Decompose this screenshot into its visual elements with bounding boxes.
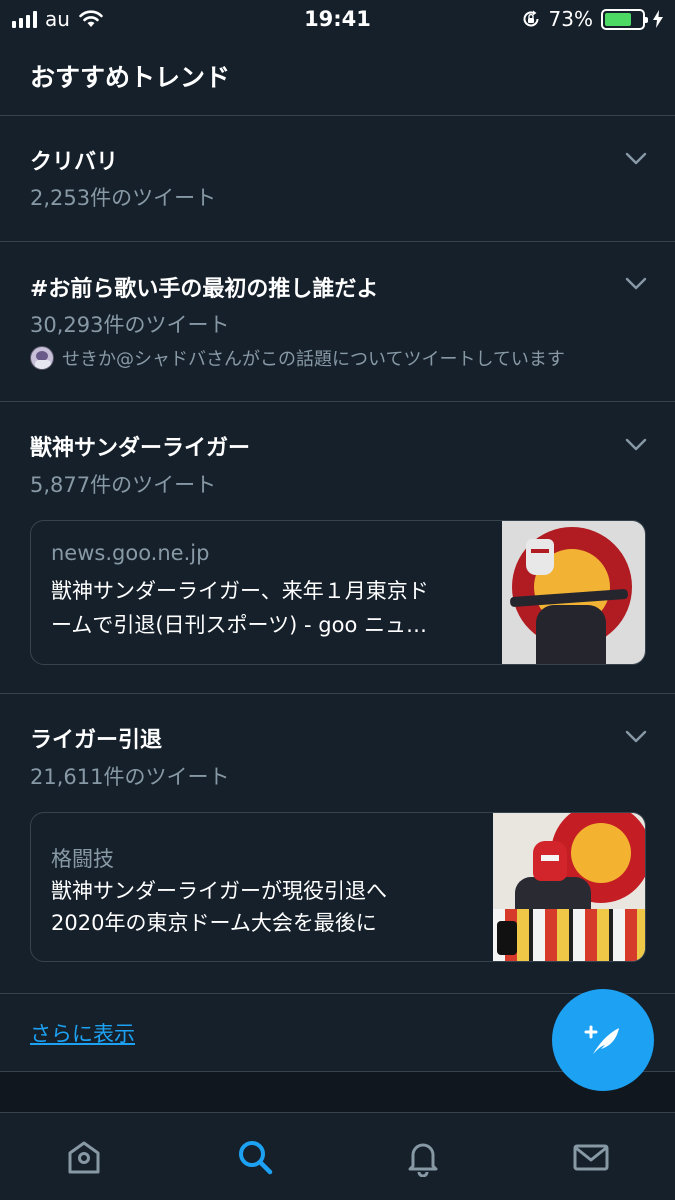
compose-feather-icon [584,1025,619,1054]
page-header: おすすめトレンド [0,38,675,116]
tab-search[interactable] [231,1133,279,1181]
trend-name: ライガー引退 [30,728,163,753]
news-card[interactable]: 格闘技 獣神サンダーライガーが現役引退へ 2020年の東京ドーム大会を最後に [30,812,646,962]
trend-context: せきか@シャドバさんがこの話題についてツイートしています [30,345,565,371]
tab-bar [0,1112,675,1200]
trend-item[interactable]: #お前ら歌い手の最初の推し誰だよ 30,293件のツイート せきか@シャドバさん… [0,242,675,402]
card-thumbnail-image [502,521,645,664]
battery-icon [601,8,648,30]
trend-context-text: せきか@シャドバさんがこの話題についてツイートしています [62,349,565,370]
card-headline-line1: 獣神サンダーライガーが現役引退へ [51,879,387,903]
card-headline-line1: 獣神サンダーライガー、来年１月東京ド [51,579,429,603]
card-thumbnail-image [493,813,645,961]
card-headline-line2: ームで引退(日刊スポーツ) - goo ニュ… [51,613,427,637]
messages-icon [573,1144,609,1171]
status-bar: au 19:41 73% [0,0,675,38]
tab-messages[interactable] [567,1133,615,1181]
trend-tweet-count: 30,293件のツイート [30,313,230,337]
tab-home[interactable] [60,1133,108,1181]
trend-name: 獣神サンダーライガー [30,436,251,461]
news-card[interactable]: news.goo.ne.jp 獣神サンダーライガー、来年１月東京ド ームで引退(… [30,520,646,665]
card-headline-line2: 2020年の東京ドーム大会を最後に [51,911,377,935]
home-icon [68,1141,100,1174]
trend-tweet-count: 2,253件のツイート [30,186,217,210]
trend-item[interactable]: ライガー引退 21,611件のツイート 格闘技 獣神サンダーライガーが現役引退へ… [0,694,675,994]
show-more-link[interactable]: さらに表示 [30,1018,135,1048]
avatar [30,346,54,370]
trend-tweet-count: 21,611件のツイート [30,765,230,789]
compose-tweet-button[interactable] [552,989,654,1091]
trend-name: #お前ら歌い手の最初の推し誰だよ [30,277,379,302]
battery-percent: 73% [548,7,593,31]
search-icon [239,1141,273,1175]
trend-name: クリバリ [30,150,119,175]
card-source: 格闘技 [51,847,114,871]
trend-item[interactable]: クリバリ 2,253件のツイート [0,116,675,242]
status-right: 73% [521,7,663,31]
card-source: news.goo.ne.jp [51,541,210,565]
chevron-down-icon[interactable] [625,730,647,744]
rotation-lock-icon [523,10,539,27]
trend-item[interactable]: 獣神サンダーライガー 5,877件のツイート news.goo.ne.jp 獣神… [0,402,675,694]
page-title: おすすめトレンド [30,63,231,92]
tab-notifications[interactable] [399,1133,447,1181]
trend-tweet-count: 5,877件のツイート [30,473,217,497]
chevron-down-icon[interactable] [625,152,647,166]
battery-level [605,12,632,26]
chevron-down-icon[interactable] [625,438,647,452]
chevron-down-icon[interactable] [625,277,647,291]
notifications-icon [408,1143,438,1177]
charging-bolt-icon [653,10,663,28]
